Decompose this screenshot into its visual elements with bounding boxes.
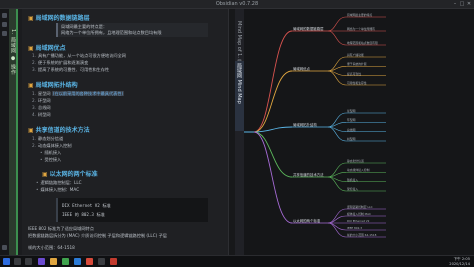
list-item: 3. 总线网 xyxy=(32,105,51,110)
mind-map-leaf[interactable]: 逻辑链路控制层 LLC xyxy=(347,205,373,209)
file-explorer-icon[interactable] xyxy=(2,13,7,18)
app-icon[interactable] xyxy=(110,258,117,265)
highlight: (在以前采用的各种技术中最具代表性) xyxy=(51,91,125,96)
quote-line: 网络为一个单位所拥有，且地理范围和站点数目均有限 xyxy=(61,30,162,35)
leaf-link xyxy=(327,30,347,46)
mind-map-leaf[interactable]: 星型网 xyxy=(347,109,355,113)
markdown-preview: ▣ 局域网的数据链路层 局域网最主要的特点是： 网络为一个单位所拥有，且地理范围和… xyxy=(22,9,228,255)
quote-block: 局域网最主要的特点是： 网络为一个单位所拥有，且地理范围和站点数目均有限 xyxy=(56,23,208,37)
heading-1: ▣ 局域网的数据链路层 xyxy=(28,15,90,22)
explorer-app-icon[interactable] xyxy=(50,258,57,265)
mind-map-leaf[interactable]: 静态划分信道 xyxy=(347,159,364,163)
mind-map-branch[interactable]: 共享信道的技术方法 xyxy=(293,172,324,177)
leaf-link xyxy=(327,112,347,128)
code-block: DIX Ethernet V2 标准 IEEE 的 802.3 标准 xyxy=(56,198,208,222)
mind-map-leaf[interactable]: 提高可靠性 xyxy=(347,72,361,76)
start-icon[interactable] xyxy=(3,258,10,265)
paragraph: 把数据链路层拆分为 (MAC) 介质访问控制 子层和逻辑链路控制 (LLC) 子… xyxy=(28,233,167,238)
list-item: 2. 环型网 xyxy=(32,98,51,103)
app-icon[interactable] xyxy=(98,258,105,265)
map-tab-active[interactable]: 局域网 Mind Map xyxy=(235,61,244,131)
heading-4: ▣ 共享信道的技术方法 xyxy=(28,127,90,134)
mind-map-leaf[interactable]: 可用性和生存性 xyxy=(347,81,367,85)
heading-3: ▣ 局域网拓扑结构 xyxy=(28,82,78,89)
mind-map-leaf[interactable]: 树型网 xyxy=(347,137,355,141)
mind-map-leaf[interactable]: IEEE 802.3 xyxy=(347,226,362,230)
taskview-icon[interactable] xyxy=(25,258,32,265)
mind-map-leaf[interactable]: 动态媒体接入控制 xyxy=(347,168,369,172)
leaf-link xyxy=(327,176,347,192)
system-clock[interactable]: 下午 2:05 2020/12/14 xyxy=(449,257,470,266)
search-icon[interactable] xyxy=(2,22,7,27)
settings-icon[interactable] xyxy=(2,245,7,250)
maximize-button[interactable]: □ xyxy=(459,1,465,7)
mind-map-branch[interactable]: 局域网优点 xyxy=(293,66,310,71)
mind-map-leaf[interactable]: 地理范围和站点数目有限 xyxy=(347,41,378,45)
list-item: • 媒体接入控制：MAC xyxy=(36,187,80,192)
code-line: IEEE 的 802.3 标准 xyxy=(62,212,105,217)
mind-map-branch[interactable]: 局域网的数据链路层 xyxy=(293,26,324,31)
map-tab-active-label: 局域网 Mind Map xyxy=(236,63,242,104)
list-item: 2. 动态媒体接入控制 xyxy=(32,143,72,148)
heading-2: ▣ 局域网优点 xyxy=(28,45,66,52)
mind-map-leaf[interactable]: 便于系统的扩展 xyxy=(347,62,367,66)
leaf-link xyxy=(327,126,347,142)
taskbar: 下午 2:05 2020/12/14 xyxy=(0,255,474,267)
window-titlebar: Obsidian v0.7.28 – □ ✕ xyxy=(0,0,474,9)
mind-map-leaf[interactable]: 具有广播功能 xyxy=(347,53,364,57)
mind-map-leaf[interactable]: 随机接入 xyxy=(347,178,358,182)
mind-map-leaf[interactable]: 网络为一个单位所拥有 xyxy=(347,27,375,31)
mind-map-leaf[interactable]: 环型网 xyxy=(347,118,355,122)
leaf-link xyxy=(327,16,347,32)
mind-map-leaf[interactable]: DIX Ethernet V2 xyxy=(347,219,369,223)
map-pane-tab[interactable]: Mind Map of 1. 局域网 局域网 Mind Map xyxy=(235,9,244,255)
close-button[interactable]: ✕ xyxy=(466,1,472,7)
clock-date: 2020/12/14 xyxy=(449,261,470,266)
doc-tab-label: 1. 局域网 ● 操作 xyxy=(10,29,16,76)
list-item: 3. 提高了系统的可靠性、可用性和生存性 xyxy=(32,67,110,72)
sub-list-item: • 随机接入 xyxy=(40,150,62,155)
branch-link xyxy=(253,131,293,178)
sub-list-item: • 受控接入 xyxy=(40,157,62,162)
graph-icon[interactable] xyxy=(2,31,7,36)
app-icon[interactable] xyxy=(62,258,69,265)
mind-map-leaf[interactable]: 总线网 xyxy=(347,128,355,132)
list-item: 2. 便于系统的扩展和逐渐演变 xyxy=(32,60,89,65)
app-icon[interactable] xyxy=(86,258,93,265)
leaf-link xyxy=(327,56,347,72)
window-title: Obsidian v0.7.28 xyxy=(215,1,259,7)
branch-link xyxy=(253,70,293,133)
leaf-link xyxy=(327,70,347,86)
paragraph: IEEE 802 标准为了适应局域网特点 xyxy=(28,226,94,231)
mind-map-leaf[interactable]: 受控接入 xyxy=(347,187,358,191)
obsidian-app-icon[interactable] xyxy=(38,258,45,265)
list-item: 1. 具有广播功能，从一个站点可很方便地访问全网 xyxy=(32,53,126,58)
mind-map-branch[interactable]: 局域网拓扑结构 xyxy=(293,122,317,127)
list-item: 1. 星型网 (在以前采用的各种技术中最具代表性) xyxy=(32,91,125,96)
heading-5: ▣ 以太网的两个标准 xyxy=(42,171,98,178)
paragraph: 帧的大小范围：64-1518 xyxy=(28,245,75,250)
code-line: DIX Ethernet V2 标准 xyxy=(62,203,111,208)
search-taskbar-icon[interactable] xyxy=(14,258,21,265)
minimize-button[interactable]: – xyxy=(452,1,458,7)
branch-link xyxy=(253,131,293,224)
list-item: • 逻辑链路控制层：LLC xyxy=(36,180,82,185)
mind-map-branch[interactable]: 以太网的两个标准 xyxy=(293,218,320,223)
doc-pane-tab[interactable]: 1. 局域网 ● 操作 xyxy=(9,9,18,255)
mind-map-leaf[interactable]: 局域网最主要的特点 xyxy=(347,13,372,17)
app-icon[interactable] xyxy=(74,258,81,265)
mind-map-leaf[interactable]: 媒体接入控制 MAC xyxy=(347,212,371,216)
mind-map-leaf[interactable]: 帧的大小范围 64-1518 xyxy=(347,233,376,237)
list-item: 1. 静态划分信道 xyxy=(32,136,64,141)
list-item: 4. 树型网 xyxy=(32,112,51,117)
branch-link xyxy=(253,30,293,133)
leaf-link xyxy=(327,162,347,178)
